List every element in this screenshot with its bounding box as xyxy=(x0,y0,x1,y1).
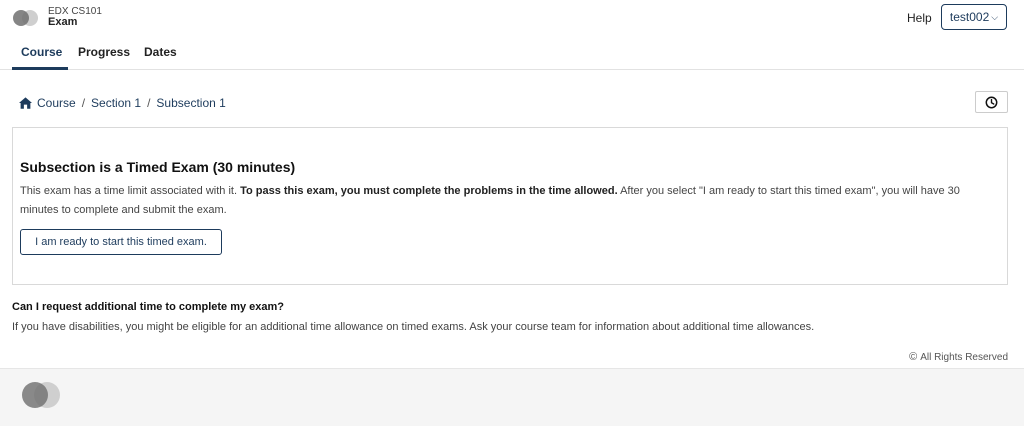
breadcrumb-subsection[interactable]: Subsection 1 xyxy=(156,96,225,110)
copyright: © All Rights Reserved xyxy=(909,351,1008,363)
logo-icon[interactable] xyxy=(13,10,39,26)
course-tabs: Course Progress Dates xyxy=(0,36,1024,70)
footer-logo-icon[interactable] xyxy=(22,382,62,408)
user-menu-button[interactable]: test002 ⌵ xyxy=(941,4,1007,30)
home-icon xyxy=(19,97,32,109)
copyright-icon: © xyxy=(909,351,918,363)
exam-description: This exam has a time limit associated wi… xyxy=(20,182,995,220)
faq-answer: If you have disabilities, you might be e… xyxy=(12,321,815,333)
footer xyxy=(0,368,1024,426)
breadcrumb-separator: / xyxy=(81,96,86,110)
user-menu-label: test002 xyxy=(949,10,990,24)
exam-desc-bold: To pass this exam, you must complete the… xyxy=(240,185,618,197)
header: EDX CS101 Exam Help test002 ⌵ xyxy=(0,0,1024,36)
rights-text: All Rights Reserved xyxy=(920,351,1008,363)
exam-title: Subsection is a Timed Exam (30 minutes) xyxy=(20,159,296,175)
timed-exam-card: Subsection is a Timed Exam (30 minutes) … xyxy=(12,127,1008,285)
help-link[interactable]: Help xyxy=(907,11,932,25)
chevron-down-icon: ⌵ xyxy=(991,11,999,22)
breadcrumb-course[interactable]: Course xyxy=(37,96,76,110)
faq-question: Can I request additional time to complet… xyxy=(12,301,285,313)
tab-course[interactable]: Course xyxy=(21,45,62,59)
tab-dates[interactable]: Dates xyxy=(144,45,177,59)
clock-icon xyxy=(985,96,998,108)
tab-progress[interactable]: Progress xyxy=(78,45,130,59)
timer-button[interactable] xyxy=(975,91,1008,113)
active-tab-indicator xyxy=(12,67,68,70)
course-title: Exam xyxy=(48,16,78,28)
start-timed-exam-button[interactable]: I am ready to start this timed exam. xyxy=(20,229,222,255)
exam-desc-intro: This exam has a time limit associated wi… xyxy=(20,185,241,197)
breadcrumb-separator: / xyxy=(147,96,151,110)
breadcrumb-section[interactable]: Section 1 xyxy=(91,96,141,110)
breadcrumb: Course / Section 1 / Subsection 1 xyxy=(19,96,226,110)
